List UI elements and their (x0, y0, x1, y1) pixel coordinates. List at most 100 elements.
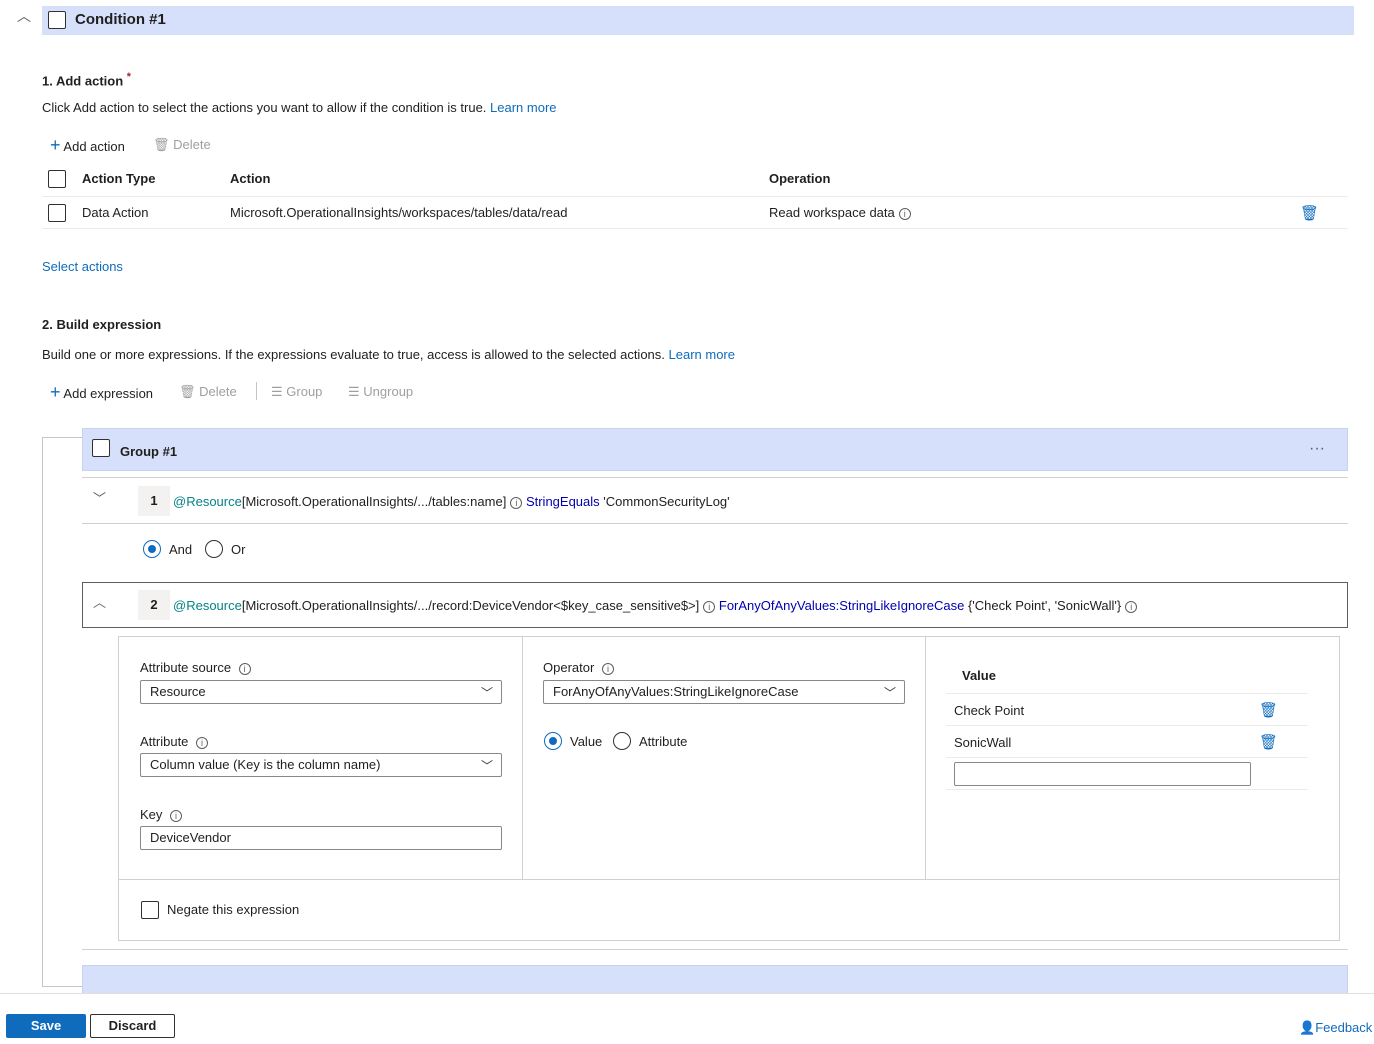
info-icon[interactable]: i (170, 809, 183, 822)
add-action-label: Add action (63, 139, 125, 154)
chevron-down-icon: ﹀ (883, 686, 896, 700)
value-item: SonicWall (954, 735, 1012, 750)
next-group-header (82, 965, 1348, 995)
delete-row-icon[interactable]: 🗑 (1300, 204, 1319, 222)
attribute-label: Attribute i (140, 734, 209, 749)
save-button[interactable]: Save (6, 1014, 86, 1038)
ungroup-icon: ☰ (348, 384, 360, 399)
condition-title: Condition #1 (75, 11, 166, 28)
operator-dropdown[interactable]: ForAnyOfAnyValues:StringLikeIgnoreCase ﹀ (543, 680, 905, 704)
or-label: Or (231, 542, 246, 557)
row-action: Microsoft.OperationalInsights/workspaces… (230, 205, 568, 220)
info-icon[interactable]: i (238, 662, 251, 675)
operator-label: Operator i (543, 660, 614, 675)
section2-description-text: Build one or more expressions. If the ex… (42, 347, 665, 362)
col-action-type: Action Type (82, 171, 156, 186)
delete-expression-button[interactable]: 🗑 Delete (179, 384, 237, 400)
plus-icon: + (50, 382, 61, 402)
feedback-icon: 👤 (1299, 1020, 1316, 1035)
condition-header (42, 6, 1354, 35)
attr-source-dropdown[interactable]: Resource ﹀ (140, 680, 502, 704)
group-button[interactable]: ☰ Group (271, 384, 322, 400)
info-icon[interactable]: i (703, 600, 716, 613)
attribute-value: Column value (Key is the column name) (150, 757, 381, 772)
operator-value: ForAnyOfAnyValues:StringLikeIgnoreCase (553, 684, 799, 699)
section2-description: Build one or more expressions. If the ex… (42, 347, 735, 362)
add-action-button[interactable]: + Add action (50, 135, 125, 156)
attribute-radio-label: Attribute (639, 734, 688, 749)
section2-title: 2. Build expression (42, 317, 162, 332)
more-options-icon[interactable]: ··· (1309, 440, 1325, 458)
group-label: Group (286, 384, 323, 399)
value-radio-label: Value (570, 734, 603, 749)
value-item: Check Point (954, 703, 1025, 718)
trash-icon: 🗑 (153, 137, 170, 152)
plus-icon: + (50, 135, 61, 155)
delete-value-icon[interactable]: 🗑 (1259, 701, 1278, 719)
value-header: Value (962, 668, 996, 683)
key-label: Key i (140, 807, 183, 822)
group-bracket (42, 437, 83, 987)
section1-title-text: 1. Add action (42, 73, 124, 89)
group-title: Group #1 (120, 444, 178, 459)
condition-checkbox[interactable] (48, 11, 66, 29)
attr-source-label: Attribute source i (140, 660, 251, 675)
delete-action-button[interactable]: 🗑 Delete (153, 137, 211, 153)
ungroup-label: Ungroup (363, 384, 414, 399)
add-expression-button[interactable]: + Add expression (50, 382, 153, 403)
col-action: Action (230, 171, 271, 186)
info-icon[interactable]: i (196, 736, 209, 749)
info-icon[interactable]: i (601, 662, 614, 675)
toolbar-divider (256, 382, 257, 400)
row-operation: Read workspace data i (769, 205, 911, 220)
info-icon[interactable]: i (1125, 600, 1138, 613)
group-icon: ☰ (271, 384, 283, 399)
expr2-attr: [Microsoft.OperationalInsights/.../recor… (241, 598, 700, 613)
section1-title: 1. Add action * (42, 71, 131, 88)
trash-icon: 🗑 (179, 384, 196, 399)
key-input[interactable]: DeviceVendor (140, 826, 502, 850)
collapse-condition-icon[interactable]: ︿ (17, 6, 31, 26)
ungroup-button[interactable]: ☰ Ungroup (348, 384, 413, 400)
divider (522, 637, 523, 879)
operator-label-text: Operator (543, 660, 595, 675)
negate-checkbox[interactable] (141, 901, 159, 919)
expr1-attr: [Microsoft.OperationalInsights/.../table… (241, 494, 507, 509)
or-radio[interactable] (205, 540, 223, 558)
expr2-source: @Resource (173, 598, 242, 613)
expand-expr1-icon[interactable]: ﹀ (93, 488, 106, 507)
attribute-dropdown[interactable]: Column value (Key is the column name) ﹀ (140, 753, 502, 777)
group-header (82, 428, 1348, 471)
value-radio[interactable] (544, 732, 562, 750)
expr1-summary: @Resource[Microsoft.OperationalInsights/… (173, 494, 730, 509)
delete-expression-label: Delete (199, 384, 237, 399)
select-actions-link[interactable]: Select actions (42, 259, 123, 274)
expr1-source: @Resource (173, 494, 242, 509)
discard-button[interactable]: Discard (90, 1014, 175, 1038)
attribute-label-text: Attribute (140, 734, 189, 749)
attr-source-value: Resource (150, 684, 206, 699)
learn-more-link[interactable]: Learn more (490, 100, 556, 115)
section1-description-text: Click Add action to select the actions y… (42, 100, 487, 115)
attribute-radio[interactable] (613, 732, 631, 750)
new-value-input[interactable] (954, 762, 1251, 786)
col-operation: Operation (769, 171, 831, 186)
collapse-expr2-icon[interactable]: ︿ (93, 592, 106, 611)
row-action-type: Data Action (82, 205, 149, 220)
divider (925, 637, 926, 879)
info-icon[interactable]: i (898, 207, 911, 220)
learn-more-link-2[interactable]: Learn more (669, 347, 735, 362)
expr2-summary: @Resource[Microsoft.OperationalInsights/… (173, 598, 1138, 613)
and-radio[interactable] (143, 540, 161, 558)
delete-value-icon[interactable]: 🗑 (1259, 733, 1278, 751)
attr-source-label-text: Attribute source (140, 660, 232, 675)
select-all-checkbox[interactable] (48, 170, 66, 188)
required-mark: * (126, 71, 131, 83)
negate-label: Negate this expression (167, 902, 300, 917)
info-icon[interactable]: i (510, 496, 523, 509)
expr1-value: 'CommonSecurityLog' (603, 494, 730, 509)
row-checkbox[interactable] (48, 204, 66, 222)
group-checkbox[interactable] (92, 439, 110, 457)
chevron-down-icon: ﹀ (480, 759, 493, 773)
feedback-link[interactable]: 👤Feedback (1299, 1020, 1372, 1036)
